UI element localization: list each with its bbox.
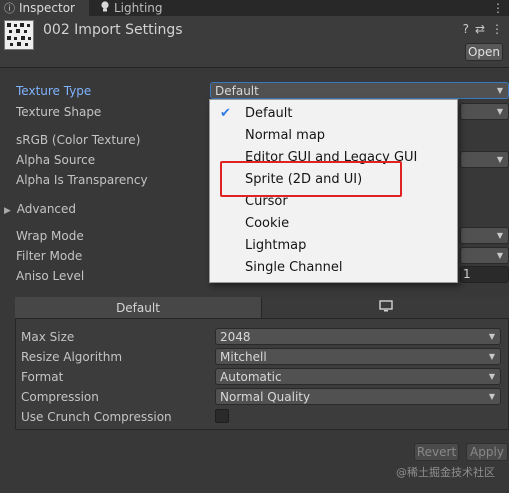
tab-lighting[interactable]: Lighting <box>98 0 178 16</box>
dropdown-arrow-icon: ▼ <box>496 251 503 260</box>
menu-item-label: Cookie <box>245 215 290 231</box>
menu-item-label: Normal map <box>245 127 326 143</box>
texture-type-dropdown[interactable]: Default ▼ <box>210 82 509 99</box>
open-button[interactable]: Open <box>465 43 503 61</box>
header-icons: ? ⇄ ⋮ <box>463 22 503 36</box>
menu-item-label: Single Channel <box>245 259 343 275</box>
monitor-icon <box>378 300 393 315</box>
tab-platform-standalone[interactable] <box>262 297 509 319</box>
dropdown-arrow-icon: ▼ <box>496 107 503 116</box>
page-title: 002 Import Settings <box>43 22 183 38</box>
dropdown-arrow-icon: ▼ <box>496 86 503 95</box>
compression-value: Normal Quality <box>220 389 311 404</box>
filter-mode-label: Filter Mode <box>16 249 83 263</box>
texture-type-label: Texture Type <box>16 84 92 98</box>
resize-algorithm-label: Resize Algorithm <box>21 350 123 364</box>
menu-item-default[interactable]: ✔ Default <box>210 102 457 124</box>
watermark: @稀土掘金技术社区 <box>396 466 495 479</box>
tab-inspector-label: Inspector <box>19 1 75 15</box>
checkmark-icon: ✔ <box>220 106 231 121</box>
menu-item-label: Default <box>245 105 293 121</box>
menu-item-cookie[interactable]: Cookie <box>210 212 457 234</box>
dropdown-arrow-icon: ▼ <box>488 372 495 381</box>
tab-platform-default[interactable]: Default <box>15 297 262 319</box>
tab-menu-icon[interactable]: ⋮ <box>492 1 505 15</box>
alpha-source-label: Alpha Source <box>16 153 96 167</box>
dropdown-arrow-icon: ▼ <box>496 155 503 164</box>
dropdown-arrow-icon: ▼ <box>488 332 495 341</box>
filter-mode-dropdown[interactable]: ▼ <box>460 247 509 264</box>
menu-item-normal-map[interactable]: Normal map <box>210 124 457 146</box>
crunch-compression-label: Use Crunch Compression <box>21 410 172 424</box>
advanced-foldout[interactable]: ▶ Advanced <box>4 202 76 216</box>
format-dropdown[interactable]: Automatic ▼ <box>215 368 501 385</box>
dropdown-arrow-icon: ▼ <box>496 231 503 240</box>
more-icon[interactable]: ⋮ <box>491 22 503 36</box>
aniso-level-field[interactable]: 1 <box>460 266 509 283</box>
tab-bar: ⓘ Inspector Lighting ⋮ <box>0 0 509 16</box>
texture-shape-dropdown[interactable]: ▼ <box>460 103 509 120</box>
preset-icon[interactable]: ⇄ <box>475 22 485 36</box>
aniso-level-label: Aniso Level <box>16 269 85 283</box>
max-size-value: 2048 <box>220 329 251 344</box>
tab-lighting-label: Lighting <box>114 1 163 15</box>
menu-item-single-channel[interactable]: Single Channel <box>210 256 457 278</box>
format-label: Format <box>21 370 64 384</box>
revert-button[interactable]: Revert <box>414 443 459 461</box>
texture-type-value: Default <box>215 83 259 98</box>
info-icon: ⓘ <box>4 2 15 15</box>
wrap-mode-dropdown[interactable]: ▼ <box>460 227 509 244</box>
wrap-mode-label: Wrap Mode <box>16 229 84 243</box>
advanced-label: Advanced <box>16 202 77 216</box>
inspector-header: 002 Import Settings ? ⇄ ⋮ Open <box>0 16 509 68</box>
alpha-transparency-label: Alpha Is Transparency <box>16 173 148 187</box>
lightbulb-icon <box>100 0 110 16</box>
crunch-compression-checkbox[interactable] <box>215 409 229 423</box>
menu-item-lightmap[interactable]: Lightmap <box>210 234 457 256</box>
max-size-label: Max Size <box>21 330 75 344</box>
dropdown-arrow-icon: ▼ <box>488 392 495 401</box>
apply-button[interactable]: Apply <box>466 443 508 461</box>
resize-algorithm-dropdown[interactable]: Mitchell ▼ <box>215 348 501 365</box>
help-icon[interactable]: ? <box>463 22 469 36</box>
dropdown-arrow-icon: ▼ <box>488 352 495 361</box>
format-value: Automatic <box>220 369 282 384</box>
srgb-label: sRGB (Color Texture) <box>16 133 141 147</box>
compression-label: Compression <box>21 390 99 404</box>
menu-item-label: Lightmap <box>245 237 307 253</box>
alpha-source-dropdown[interactable]: ▼ <box>460 151 509 168</box>
texture-thumbnail-icon <box>4 20 34 50</box>
foldout-arrow-icon: ▶ <box>4 206 11 216</box>
texture-shape-label: Texture Shape <box>16 105 102 119</box>
resize-algorithm-value: Mitchell <box>220 349 267 364</box>
max-size-dropdown[interactable]: 2048 ▼ <box>215 328 501 345</box>
tab-inspector[interactable]: ⓘ Inspector <box>0 0 89 16</box>
annotation-highlight-box <box>220 161 402 197</box>
compression-dropdown[interactable]: Normal Quality ▼ <box>215 388 501 405</box>
